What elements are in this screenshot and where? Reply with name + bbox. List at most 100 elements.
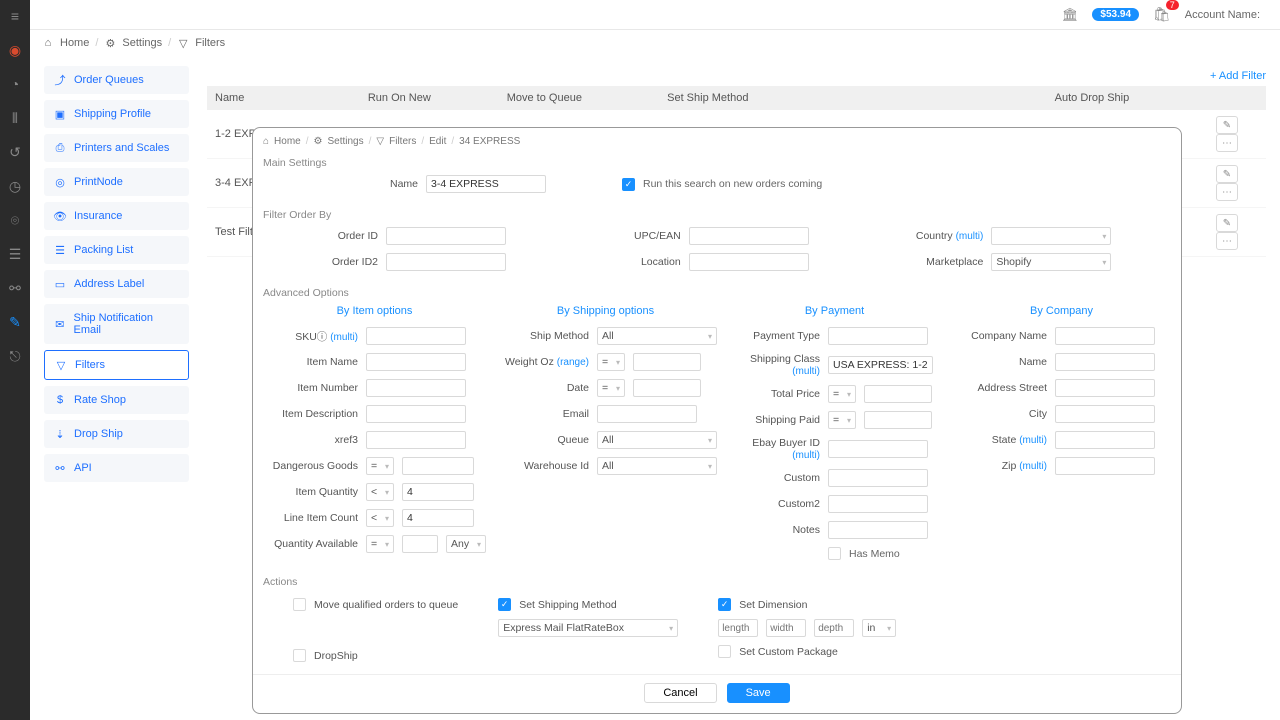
custom2-input[interactable] xyxy=(828,495,928,513)
rail-link-icon[interactable]: ⚯ xyxy=(7,280,23,296)
linecnt-input[interactable] xyxy=(402,509,474,527)
shippaid-op[interactable]: =▾ xyxy=(828,411,856,429)
add-filter-link[interactable]: + Add Filter xyxy=(1210,70,1266,82)
sidenav-item-filters[interactable]: ▽Filters xyxy=(44,350,189,380)
rail-cloud-icon[interactable]: ⌾ xyxy=(7,212,23,228)
country-select[interactable]: ▾ xyxy=(991,227,1111,245)
setship-checkbox[interactable]: ✓ xyxy=(498,598,511,611)
xref3-input[interactable] xyxy=(366,431,466,449)
rail-clock-icon[interactable]: ◔ xyxy=(7,76,23,92)
rail-history-icon[interactable]: ↺ xyxy=(7,144,23,160)
qtyavail-any[interactable]: Any▾ xyxy=(446,535,486,553)
more-row-button[interactable]: ⋯ xyxy=(1216,183,1238,201)
location-input[interactable] xyxy=(689,253,809,271)
edit-row-button[interactable]: ✎ xyxy=(1216,214,1238,232)
rail-gauge-icon[interactable]: ◷ xyxy=(7,178,23,194)
companyname-input[interactable] xyxy=(1055,327,1155,345)
rail-barcode-icon[interactable]: ⦀ xyxy=(7,110,23,126)
sidenav-item-drop-ship[interactable]: ⇣Drop Ship xyxy=(44,420,189,448)
run-on-new-checkbox[interactable]: ✓ xyxy=(622,178,635,191)
cancel-button[interactable]: Cancel xyxy=(644,683,716,703)
col-payment-header: By Payment xyxy=(725,305,944,317)
sidenav-item-ship-email[interactable]: ✉Ship Notification Email xyxy=(44,304,189,344)
balance-pill[interactable]: $53.94 xyxy=(1092,8,1139,21)
gear-icon: ⚙ xyxy=(314,136,323,147)
dim-length-input[interactable] xyxy=(718,619,758,637)
sidenav-item-shipping-profile[interactable]: ▣Shipping Profile xyxy=(44,100,189,128)
queue-select[interactable]: All▾ xyxy=(597,431,717,449)
qty-op[interactable]: <▾ xyxy=(366,483,394,501)
paytype-input[interactable] xyxy=(828,327,928,345)
rail-user-icon[interactable]: ⎋ xyxy=(7,348,23,364)
movequeue-checkbox[interactable] xyxy=(293,598,306,611)
account-label: Account Name: xyxy=(1185,9,1260,21)
save-button[interactable]: Save xyxy=(727,683,790,703)
itemname-input[interactable] xyxy=(366,353,466,371)
sidenav-item-api[interactable]: ⚯API xyxy=(44,454,189,482)
ebay-input[interactable] xyxy=(828,440,928,458)
setpkg-checkbox[interactable] xyxy=(718,645,731,658)
more-row-button[interactable]: ⋯ xyxy=(1216,232,1238,250)
upc-input[interactable] xyxy=(689,227,809,245)
weight-input[interactable] xyxy=(633,353,701,371)
weight-op[interactable]: =▾ xyxy=(597,353,625,371)
street-input[interactable] xyxy=(1055,379,1155,397)
name-input[interactable] xyxy=(426,175,546,193)
crumb-home[interactable]: Home xyxy=(60,37,89,49)
edit-row-button[interactable]: ✎ xyxy=(1216,165,1238,183)
shipclass-input[interactable] xyxy=(828,356,933,374)
zip-input[interactable] xyxy=(1055,457,1155,475)
dim-width-input[interactable] xyxy=(766,619,806,637)
logo-icon[interactable]: ◉ xyxy=(7,42,23,58)
sidenav-item-address-label[interactable]: ▭Address Label xyxy=(44,270,189,298)
orderid2-input[interactable] xyxy=(386,253,506,271)
custom-input[interactable] xyxy=(828,469,928,487)
itemdesc-input[interactable] xyxy=(366,405,466,423)
co-name-input[interactable] xyxy=(1055,353,1155,371)
crumb-settings[interactable]: Settings xyxy=(122,37,162,49)
date-op[interactable]: =▾ xyxy=(597,379,625,397)
dim-depth-input[interactable] xyxy=(814,619,854,637)
sidenav-item-printers[interactable]: ⎙Printers and Scales xyxy=(44,134,189,162)
edit-row-button[interactable]: ✎ xyxy=(1216,116,1238,134)
more-row-button[interactable]: ⋯ xyxy=(1216,134,1238,152)
home-icon: ⌂ xyxy=(42,37,54,49)
sidenav-item-order-queues[interactable]: ⤴Order Queues xyxy=(44,66,189,94)
qtyavail-input[interactable] xyxy=(402,535,438,553)
state-input[interactable] xyxy=(1055,431,1155,449)
marketplace-select[interactable]: Shopify▾ xyxy=(991,253,1111,271)
sidenav-item-rate-shop[interactable]: $Rate Shop xyxy=(44,386,189,414)
warehouse-select[interactable]: All▾ xyxy=(597,457,717,475)
qtyavail-op[interactable]: =▾ xyxy=(366,535,394,553)
sidenav-item-printnode[interactable]: ◎PrintNode xyxy=(44,168,189,196)
dim-unit-select[interactable]: in▾ xyxy=(862,619,896,637)
city-input[interactable] xyxy=(1055,405,1155,423)
sidenav-item-insurance[interactable]: 👁Insurance xyxy=(44,202,189,230)
itemnum-input[interactable] xyxy=(366,379,466,397)
date-input[interactable] xyxy=(633,379,701,397)
notes-input[interactable] xyxy=(828,521,928,539)
qty-input[interactable] xyxy=(402,483,474,501)
dangerous-input[interactable] xyxy=(402,457,474,475)
rail-list-icon[interactable]: ☰ xyxy=(7,246,23,262)
col-item-header: By Item options xyxy=(263,305,486,317)
bank-icon[interactable]: 🏛 xyxy=(1062,7,1079,23)
sku-input[interactable] xyxy=(366,327,466,345)
dropship-checkbox[interactable] xyxy=(293,649,306,662)
crumb-filters[interactable]: Filters xyxy=(195,37,225,49)
dangerous-op[interactable]: =▾ xyxy=(366,457,394,475)
hasmemo-checkbox[interactable] xyxy=(828,547,841,560)
cart-icon[interactable]: 🛍7 xyxy=(1153,6,1171,23)
linecnt-op[interactable]: <▾ xyxy=(366,509,394,527)
menu-icon[interactable]: ≡ xyxy=(7,8,23,24)
total-op[interactable]: =▾ xyxy=(828,385,856,403)
shipmethod-select[interactable]: All▾ xyxy=(597,327,717,345)
orderid-input[interactable] xyxy=(386,227,506,245)
setship-select[interactable]: Express Mail FlatRateBox▾ xyxy=(498,619,678,637)
shippaid-input[interactable] xyxy=(864,411,932,429)
sidenav-item-packing-list[interactable]: ☰Packing List xyxy=(44,236,189,264)
total-input[interactable] xyxy=(864,385,932,403)
ship-email-input[interactable] xyxy=(597,405,697,423)
rail-settings-icon[interactable]: ✎ xyxy=(7,314,23,330)
setdim-checkbox[interactable]: ✓ xyxy=(718,598,731,611)
